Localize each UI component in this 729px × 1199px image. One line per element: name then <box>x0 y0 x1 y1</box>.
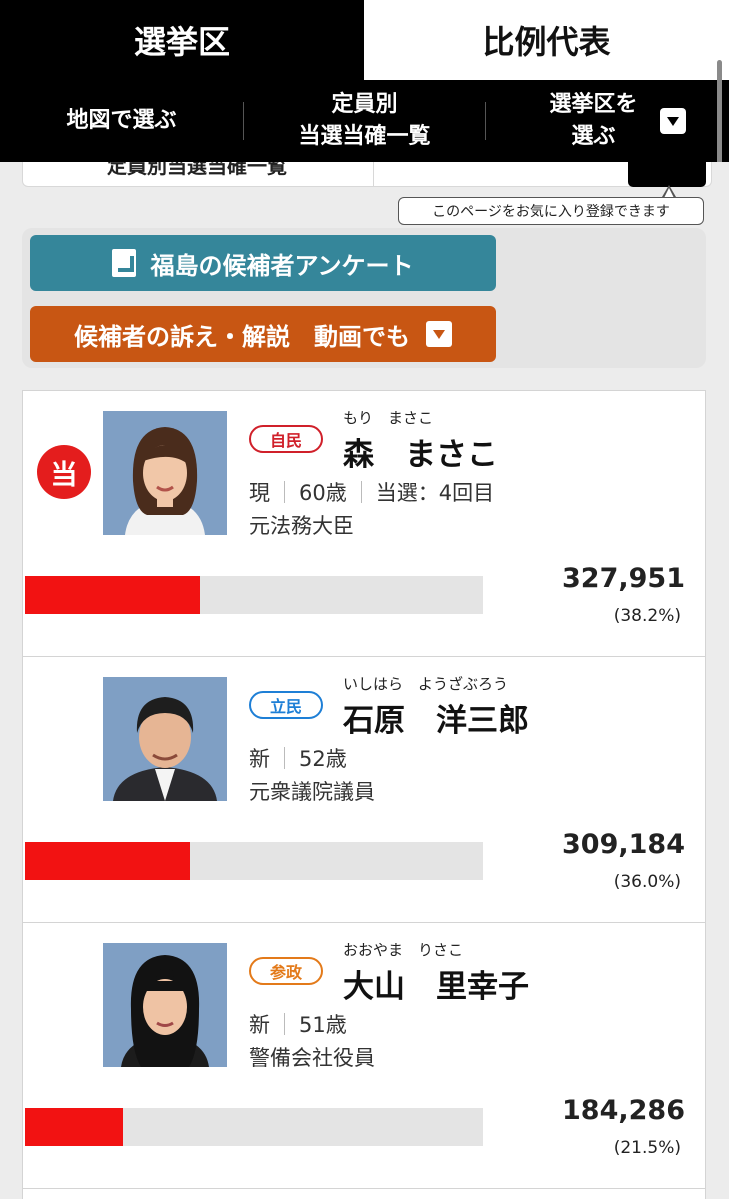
by-seat-label-line1: 定員別 <box>331 92 398 117</box>
candidate-photo <box>103 677 227 801</box>
vote-bar-fill <box>25 1108 124 1146</box>
candidate-age: 60歳 <box>299 481 347 505</box>
vote-bar <box>25 1108 483 1146</box>
peek-text: 定員別当選当確一覧 <box>107 162 287 178</box>
sub-nav: 地図で選ぶ 定員別 当選当確一覧 選挙区を 選ぶ <box>0 80 729 162</box>
vote-bar-fill <box>25 842 190 880</box>
party-badge: 自民 <box>249 425 323 453</box>
candidate-meta: 新 51歳 <box>249 1009 347 1039</box>
candidate-name[interactable]: 石原 洋三郎 <box>343 695 529 740</box>
district-select-label-line2: 選ぶ <box>571 124 616 149</box>
elected-badge: 当 <box>37 445 91 499</box>
tab-proportional[interactable]: 比例代表 <box>364 0 729 80</box>
candidate-list: 当 自民 もり まさこ 森 まさこ 現 60歳 当選：4回目 元法務大臣 327… <box>22 390 706 1199</box>
vote-count: 327,951 <box>562 563 685 594</box>
candidate-status: 新 <box>249 747 270 771</box>
candidate-meta: 現 60歳 当選：4回目 <box>249 477 494 507</box>
candidate-photo <box>103 943 227 1067</box>
survey-icon <box>112 249 137 277</box>
candidate-age: 51歳 <box>299 1013 347 1037</box>
vote-bar <box>25 842 483 880</box>
vote-percent: (38.2%) <box>613 606 681 626</box>
vote-percent: (36.0%) <box>613 872 681 892</box>
meta-divider <box>360 481 362 503</box>
meta-divider <box>284 481 285 503</box>
district-select-label-line1: 選挙区を <box>549 92 638 117</box>
vote-count: 309,184 <box>562 829 685 860</box>
vote-bar <box>25 576 483 614</box>
candidate-name[interactable]: 森 まさこ <box>343 429 498 474</box>
peek-dark-box <box>628 162 706 187</box>
chevron-down-icon <box>426 321 452 347</box>
video-button[interactable]: 候補者の訴え・解説 動画でも <box>30 306 496 362</box>
meta-divider <box>284 747 285 769</box>
candidate-status: 現 <box>249 481 270 505</box>
by-seat-link[interactable]: 定員別 当選当確一覧 <box>244 89 485 153</box>
party-badge: 立民 <box>249 691 323 719</box>
candidate-card[interactable]: 立民 いしはら ようざぶろう 石原 洋三郎 新 52歳 元衆議院議員 309,1… <box>23 657 705 923</box>
map-select-link[interactable]: 地図で選ぶ <box>0 105 243 137</box>
candidate-meta: 新 52歳 <box>249 743 347 773</box>
candidate-name[interactable]: 大山 里幸子 <box>343 961 529 1006</box>
candidate-wins: 当選：4回目 <box>375 481 495 505</box>
vote-bar-fill <box>25 576 200 614</box>
candidate-title: 元法務大臣 <box>249 514 354 538</box>
video-button-label: 候補者の訴え・解説 動画でも <box>74 322 410 351</box>
candidate-title: 元衆議院議員 <box>249 780 375 804</box>
candidate-status: 新 <box>249 1013 270 1037</box>
survey-button[interactable]: 福島の候補者アンケート <box>30 235 496 291</box>
survey-button-label: 福島の候補者アンケート <box>150 251 414 280</box>
candidate-photo <box>103 411 227 535</box>
by-seat-label-line2: 当選当確一覧 <box>298 124 431 149</box>
candidate-card[interactable]: 参政 おおやま りさこ 大山 里幸子 新 51歳 警備会社役員 184,286 … <box>23 923 705 1189</box>
meta-divider <box>284 1013 285 1035</box>
candidate-furigana: いしはら ようざぶろう <box>343 675 509 693</box>
vote-count: 184,286 <box>562 1095 685 1126</box>
peek-nav-card: 定員別当選当確一覧 <box>22 162 712 187</box>
district-select-button[interactable]: 選挙区を 選ぶ <box>486 89 729 153</box>
candidate-age: 52歳 <box>299 747 347 771</box>
bookmark-tooltip: このページをお気に入り登録できます <box>398 197 704 225</box>
top-tabs: 選挙区 比例代表 <box>0 0 729 80</box>
candidate-title: 警備会社役員 <box>249 1046 375 1070</box>
dropdown-icon <box>659 108 686 134</box>
candidate-furigana: おおやま りさこ <box>343 941 464 959</box>
party-badge: 参政 <box>249 957 323 985</box>
candidate-card[interactable]: 当 自民 もり まさこ 森 まさこ 現 60歳 当選：4回目 元法務大臣 327… <box>23 391 705 657</box>
scrollbar[interactable] <box>717 60 722 178</box>
peek-divider <box>373 162 374 186</box>
tab-district[interactable]: 選挙区 <box>0 0 364 80</box>
vote-percent: (21.5%) <box>613 1138 681 1158</box>
candidate-furigana: もり まさこ <box>343 409 434 427</box>
